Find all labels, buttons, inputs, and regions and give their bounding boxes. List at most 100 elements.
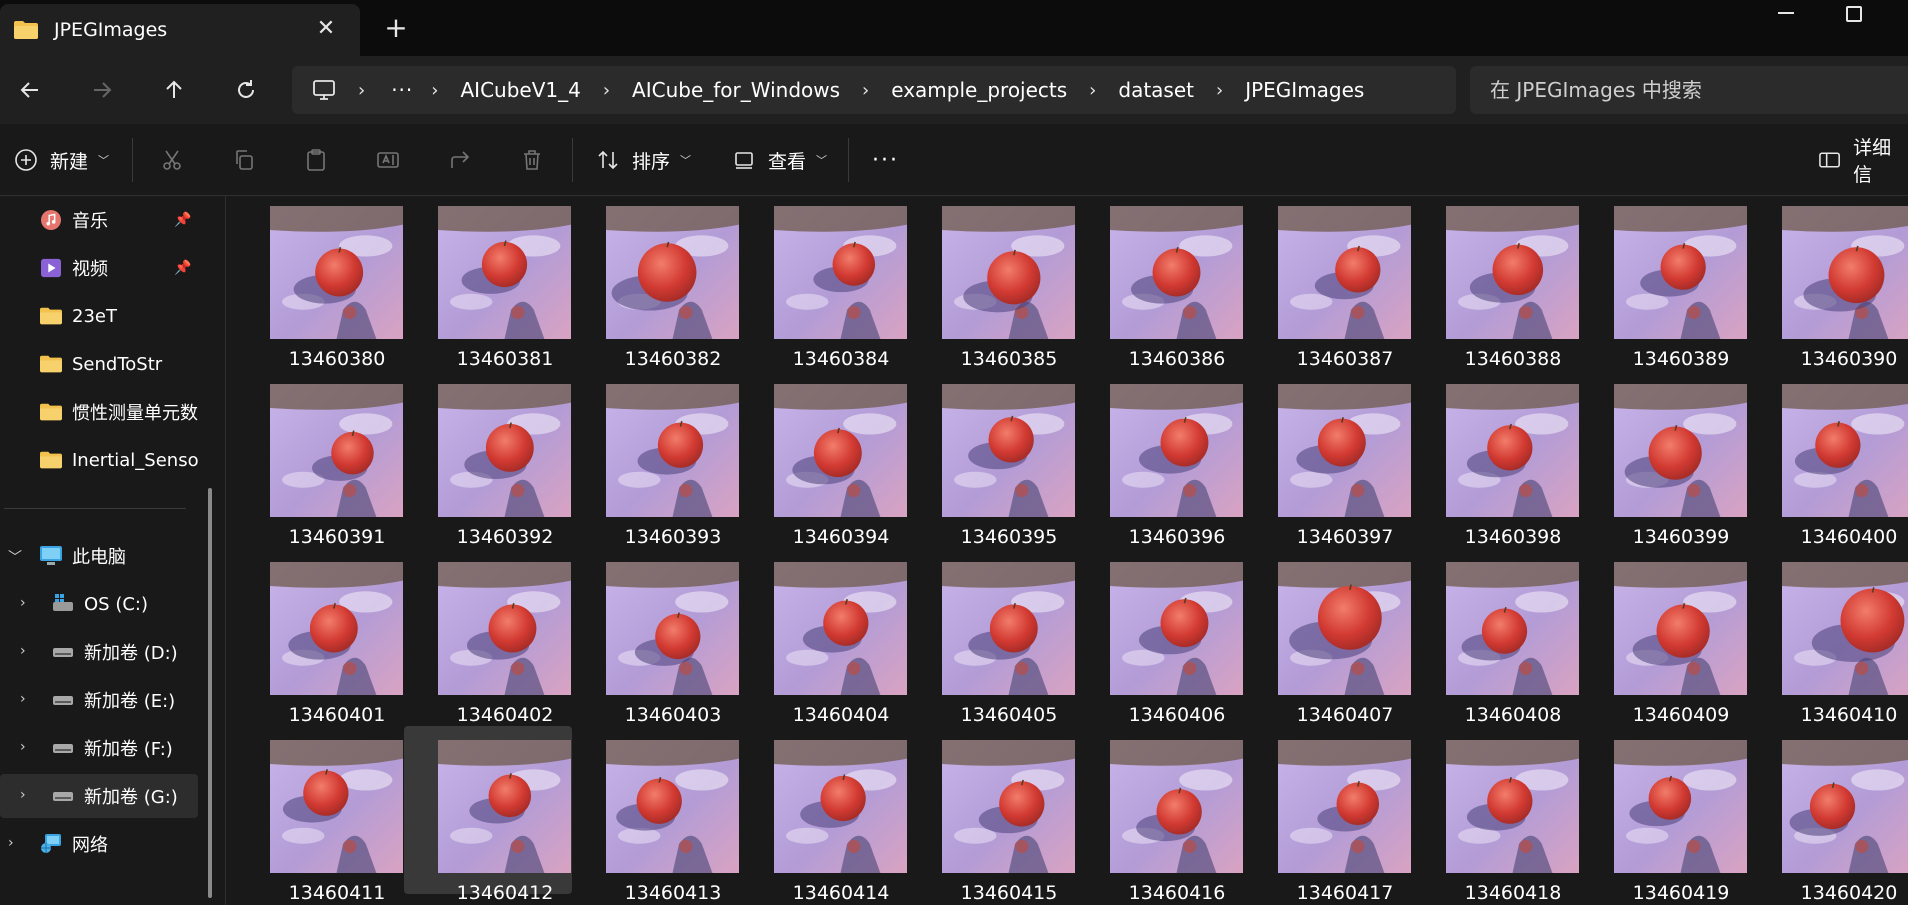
breadcrumb-item[interactable]: dataset bbox=[1118, 78, 1194, 102]
file-item[interactable]: 13460420 bbox=[1748, 726, 1908, 904]
sidebar-item-videos[interactable]: 视频 📌 bbox=[0, 246, 198, 290]
breadcrumb-ellipsis[interactable]: ··· bbox=[391, 78, 413, 102]
rename-button[interactable] bbox=[376, 142, 400, 178]
image-thumbnail bbox=[1446, 206, 1579, 339]
sidebar-item-drive-f[interactable]: › 新加卷 (F:) bbox=[0, 726, 198, 770]
file-item[interactable]: 13460399 bbox=[1580, 370, 1748, 548]
new-tab-button[interactable]: + bbox=[380, 12, 412, 44]
file-item[interactable]: 13460416 bbox=[1076, 726, 1244, 904]
file-item[interactable]: 13460389 bbox=[1580, 196, 1748, 370]
search-input[interactable] bbox=[1490, 78, 1870, 102]
cut-button[interactable] bbox=[160, 142, 184, 178]
new-button[interactable]: 新建 ﹀ bbox=[14, 142, 109, 178]
chevron-down-icon[interactable]: ﹀ bbox=[8, 547, 22, 567]
file-item[interactable]: 13460385 bbox=[908, 196, 1076, 370]
up-button[interactable] bbox=[154, 70, 194, 110]
file-name: 13460380 bbox=[288, 348, 386, 370]
file-item[interactable]: 13460417 bbox=[1244, 726, 1412, 904]
breadcrumb-item[interactable]: AICubeV1_4 bbox=[460, 78, 580, 102]
scissors-icon bbox=[163, 150, 181, 170]
sort-icon bbox=[598, 150, 618, 170]
maximize-button[interactable] bbox=[1846, 6, 1862, 22]
chevron-right-icon[interactable]: › bbox=[20, 739, 26, 755]
file-item[interactable]: 13460419 bbox=[1580, 726, 1748, 904]
file-item[interactable]: 13460391 bbox=[236, 370, 404, 548]
file-item[interactable]: 13460394 bbox=[740, 370, 908, 548]
details-pane-button[interactable]: 详细信 bbox=[1818, 137, 1908, 186]
file-item[interactable]: 13460415 bbox=[908, 726, 1076, 904]
close-tab-button[interactable]: ✕ bbox=[314, 17, 338, 41]
copy-button[interactable] bbox=[232, 142, 256, 178]
file-item[interactable]: 13460393 bbox=[572, 370, 740, 548]
breadcrumb-item[interactable]: example_projects bbox=[891, 78, 1067, 102]
file-item[interactable]: 13460397 bbox=[1244, 370, 1412, 548]
image-thumbnail bbox=[438, 740, 571, 873]
sidebar-item-folder[interactable]: SendToStr bbox=[0, 342, 198, 386]
file-item[interactable]: 13460403 bbox=[572, 548, 740, 726]
sidebar-item-drive-g[interactable]: › 新加卷 (G:) bbox=[0, 774, 198, 818]
file-item[interactable]: 13460386 bbox=[1076, 196, 1244, 370]
search-box[interactable] bbox=[1470, 66, 1908, 114]
file-item[interactable]: 13460400 bbox=[1748, 370, 1908, 548]
file-name: 13460399 bbox=[1632, 526, 1730, 548]
file-item[interactable]: 13460409 bbox=[1580, 548, 1748, 726]
file-item[interactable]: 13460418 bbox=[1412, 726, 1580, 904]
minimize-button[interactable] bbox=[1772, 12, 1800, 14]
file-item[interactable]: 13460395 bbox=[908, 370, 1076, 548]
delete-button[interactable] bbox=[520, 142, 544, 178]
sidebar-item-folder[interactable]: 23eT bbox=[0, 294, 198, 338]
refresh-button[interactable] bbox=[226, 70, 266, 110]
file-item[interactable]: 13460413 bbox=[572, 726, 740, 904]
pin-icon[interactable]: 📌 bbox=[174, 260, 191, 276]
breadcrumb-item-current[interactable]: JPEGImages bbox=[1245, 78, 1364, 102]
chevron-right-icon[interactable]: › bbox=[20, 787, 26, 803]
more-options-button[interactable]: ··· bbox=[872, 142, 899, 178]
file-item[interactable]: 13460401 bbox=[236, 548, 404, 726]
file-item[interactable]: 13460390 bbox=[1748, 196, 1908, 370]
file-name: 13460397 bbox=[1296, 526, 1394, 548]
file-item[interactable]: 13460414 bbox=[740, 726, 908, 904]
file-item[interactable]: 13460404 bbox=[740, 548, 908, 726]
pin-icon[interactable]: 📌 bbox=[174, 212, 191, 228]
file-item[interactable]: 13460384 bbox=[740, 196, 908, 370]
file-item[interactable]: 13460405 bbox=[908, 548, 1076, 726]
chevron-right-icon[interactable]: › bbox=[20, 595, 26, 611]
sidebar-item-drive-c[interactable]: › OS (C:) bbox=[0, 582, 198, 626]
share-button[interactable] bbox=[448, 142, 472, 178]
address-bar[interactable]: › ··· › AICubeV1_4 › AICube_for_Windows … bbox=[292, 66, 1456, 114]
file-item[interactable]: 13460398 bbox=[1412, 370, 1580, 548]
paste-button[interactable] bbox=[304, 142, 328, 178]
file-item[interactable]: 13460407 bbox=[1244, 548, 1412, 726]
sidebar-item-network[interactable]: › 网络 bbox=[0, 822, 198, 866]
sidebar-item-drive-e[interactable]: › 新加卷 (E:) bbox=[0, 678, 198, 722]
file-item[interactable]: 13460382 bbox=[572, 196, 740, 370]
file-item[interactable]: 13460402 bbox=[404, 548, 572, 726]
file-item[interactable]: 13460411 bbox=[236, 726, 404, 904]
sidebar-item-folder[interactable]: Inertial_Sensor bbox=[0, 438, 198, 482]
forward-button[interactable] bbox=[82, 70, 122, 110]
back-button[interactable] bbox=[10, 70, 50, 110]
sidebar-item-drive-d[interactable]: › 新加卷 (D:) bbox=[0, 630, 198, 674]
file-item[interactable]: 13460396 bbox=[1076, 370, 1244, 548]
sidebar-item-this-pc[interactable]: ﹀ 此电脑 bbox=[0, 534, 198, 578]
view-button[interactable]: 查看 ﹀ bbox=[732, 142, 827, 178]
file-item[interactable]: 13460408 bbox=[1412, 548, 1580, 726]
file-item[interactable]: 13460387 bbox=[1244, 196, 1412, 370]
file-item[interactable]: 13460412 bbox=[404, 726, 572, 904]
system-drive-icon bbox=[53, 594, 73, 611]
sidebar-item-music[interactable]: 音乐 📌 bbox=[0, 198, 198, 242]
sidebar-scrollbar[interactable] bbox=[208, 488, 212, 898]
breadcrumb-item[interactable]: AICube_for_Windows bbox=[632, 78, 840, 102]
file-item[interactable]: 13460406 bbox=[1076, 548, 1244, 726]
file-item[interactable]: 13460381 bbox=[404, 196, 572, 370]
chevron-right-icon[interactable]: › bbox=[20, 691, 26, 707]
sidebar-item-folder[interactable]: 惯性测量单元数 bbox=[0, 390, 198, 434]
tab-jpegimages[interactable]: JPEGImages ✕ bbox=[0, 4, 360, 56]
chevron-right-icon[interactable]: › bbox=[20, 643, 26, 659]
file-item[interactable]: 13460410 bbox=[1748, 548, 1908, 726]
chevron-right-icon[interactable]: › bbox=[8, 835, 14, 851]
file-item[interactable]: 13460392 bbox=[404, 370, 572, 548]
file-item[interactable]: 13460388 bbox=[1412, 196, 1580, 370]
sort-button[interactable]: 排序 ﹀ bbox=[596, 142, 691, 178]
file-item[interactable]: 13460380 bbox=[236, 196, 404, 370]
